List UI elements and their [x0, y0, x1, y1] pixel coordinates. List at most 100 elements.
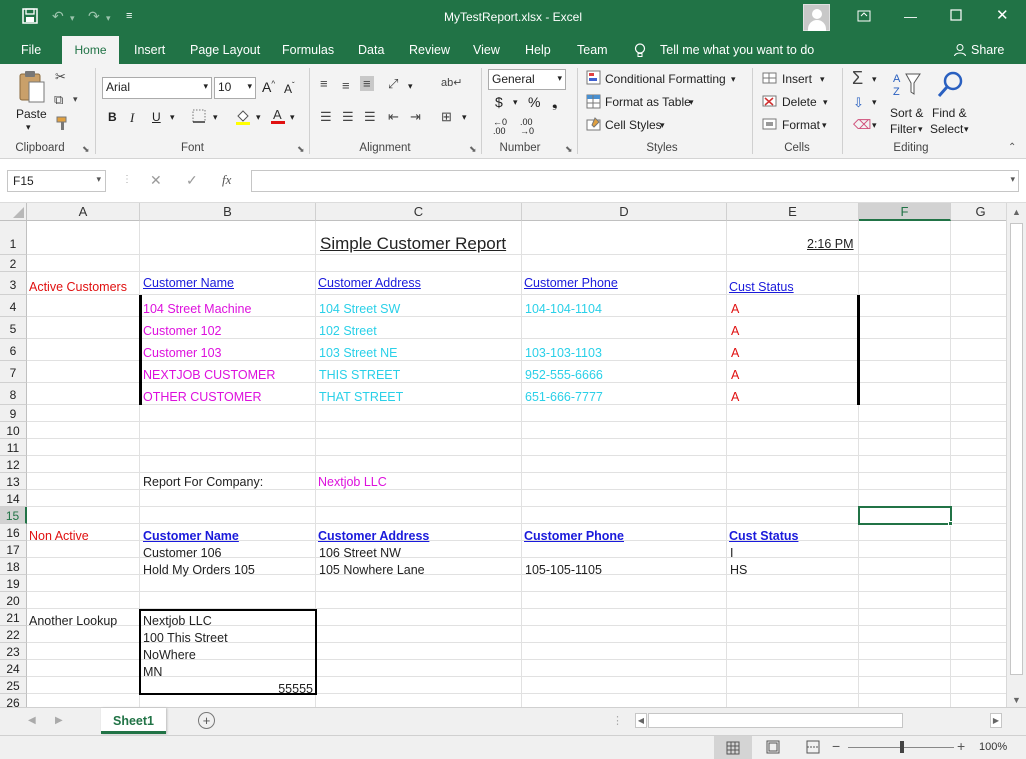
cell-c8[interactable]: THAT STREET	[319, 390, 403, 404]
font-size-select[interactable]: 10 ▾	[214, 77, 256, 99]
fill-color-dropdown-icon[interactable]: ▾	[256, 112, 261, 123]
cell-d18[interactable]: 105-105-1105	[525, 563, 602, 577]
delete-cells-dropdown-icon[interactable]: ▾	[823, 97, 828, 108]
zoom-level[interactable]: 100%	[979, 741, 1007, 753]
font-name-dropdown-icon[interactable]: ▾	[203, 81, 208, 92]
alignment-launcher-icon[interactable]: ⬊	[469, 144, 477, 155]
fill-color-icon[interactable]	[235, 108, 251, 128]
decrease-decimal-icon[interactable]: .00 →0	[520, 118, 534, 136]
scroll-down-icon[interactable]: ▼	[1012, 695, 1021, 705]
another-lookup-label[interactable]: Another Lookup	[29, 614, 117, 628]
sort-filter-dropdown-icon[interactable]: ▾	[918, 124, 923, 135]
find-select-label-1[interactable]: Find &	[932, 106, 967, 120]
report-company-label[interactable]: Report For Company:	[143, 475, 263, 489]
column-header-e[interactable]: E	[727, 203, 859, 221]
normal-view-button[interactable]	[714, 736, 752, 759]
column-header-c[interactable]: C	[316, 203, 522, 221]
currency-icon[interactable]: $	[495, 94, 503, 110]
underline-dropdown-icon[interactable]: ▾	[170, 112, 175, 123]
row-header-23[interactable]: 23	[0, 643, 27, 660]
add-sheet-icon[interactable]: +	[198, 712, 215, 729]
decrease-indent-icon[interactable]: ⇤	[388, 109, 399, 125]
row-header-21[interactable]: 21	[0, 609, 27, 626]
row-header-8[interactable]: 8	[0, 383, 27, 405]
font-color-dropdown-icon[interactable]: ▾	[290, 112, 295, 123]
report-title[interactable]: Simple Customer Report	[320, 234, 506, 254]
insert-function-icon[interactable]: fx	[222, 172, 231, 188]
zoom-slider-thumb[interactable]	[900, 741, 904, 753]
scroll-right-icon[interactable]: ▶	[990, 713, 1002, 728]
cell-c7[interactable]: THIS STREET	[319, 368, 400, 382]
cell-e17[interactable]: I	[730, 546, 733, 560]
wrap-text-icon[interactable]: ab↵	[441, 76, 462, 89]
cell-styles-icon[interactable]	[586, 117, 601, 135]
inactive-header-name[interactable]: Customer Name	[143, 529, 239, 543]
active-header-phone[interactable]: Customer Phone	[524, 276, 618, 290]
font-size-dropdown-icon[interactable]: ▾	[247, 81, 252, 92]
orientation-icon[interactable]: ⤢	[388, 76, 398, 92]
cell-d4[interactable]: 104-104-1104	[525, 302, 602, 316]
column-header-f[interactable]: F	[859, 203, 951, 221]
next-sheet-icon[interactable]: ▶	[55, 715, 63, 726]
account-avatar[interactable]	[803, 4, 830, 31]
increase-indent-icon[interactable]: ⇥	[410, 109, 421, 125]
row-header-1[interactable]: 1	[0, 221, 27, 255]
report-company-value[interactable]: Nextjob LLC	[318, 475, 387, 489]
conditional-formatting-dropdown-icon[interactable]: ▾	[731, 74, 736, 85]
page-layout-view-button[interactable]	[766, 740, 780, 757]
zoom-in-icon[interactable]: +	[957, 738, 965, 754]
cell-c6[interactable]: 103 Street NE	[319, 346, 398, 360]
align-left-icon[interactable]: ☰	[320, 109, 332, 125]
close-icon[interactable]: ✕	[996, 6, 1009, 24]
prev-sheet-icon[interactable]: ◀	[28, 715, 36, 726]
cell-b17[interactable]: Customer 106	[143, 546, 222, 560]
report-time[interactable]: 2:16 PM	[807, 237, 854, 251]
horizontal-scroll-thumb[interactable]	[648, 713, 903, 728]
active-header-status[interactable]: Cust Status	[729, 280, 794, 294]
italic-icon[interactable]: I	[130, 110, 134, 126]
copy-dropdown-icon[interactable]: ▾	[73, 94, 78, 105]
cell-c18[interactable]: 105 Nowhere Lane	[319, 563, 425, 577]
row-header-12[interactable]: 12	[0, 456, 27, 473]
cell-c17[interactable]: 106 Street NW	[319, 546, 401, 560]
row-header-22[interactable]: 22	[0, 626, 27, 643]
vertical-scroll-thumb[interactable]	[1010, 223, 1023, 675]
inactive-header-status[interactable]: Cust Status	[729, 529, 798, 543]
tab-split-handle-icon[interactable]: ⋮	[612, 714, 623, 727]
row-header-14[interactable]: 14	[0, 490, 27, 507]
inactive-header-phone[interactable]: Customer Phone	[524, 529, 624, 543]
vertical-scrollbar[interactable]: ▲ ▼	[1006, 203, 1026, 707]
cell-b5[interactable]: Customer 102	[143, 324, 222, 338]
row-header-15[interactable]: 15	[0, 507, 27, 524]
active-header-address[interactable]: Customer Address	[318, 276, 421, 290]
format-cells-icon[interactable]	[762, 117, 777, 134]
row-header-20[interactable]: 20	[0, 592, 27, 609]
zoom-out-icon[interactable]: −	[832, 738, 840, 754]
row-header-18[interactable]: 18	[0, 558, 27, 575]
column-header-b[interactable]: B	[140, 203, 316, 221]
sort-filter-button[interactable]: Filter	[890, 122, 917, 136]
conditional-formatting-icon[interactable]	[586, 70, 601, 88]
row-header-19[interactable]: 19	[0, 575, 27, 592]
row-header-10[interactable]: 10	[0, 422, 27, 439]
scroll-up-icon[interactable]: ▲	[1012, 207, 1021, 217]
sheet-tab-sheet1[interactable]: Sheet1	[101, 708, 166, 734]
decrease-font-icon[interactable]: Aˇ	[284, 81, 295, 96]
tab-help[interactable]: Help	[525, 43, 551, 57]
cell-b7[interactable]: NEXTJOB CUSTOMER	[143, 368, 275, 382]
name-box[interactable]: F15 ▾	[7, 170, 106, 192]
non-active-label[interactable]: Non Active	[29, 529, 89, 543]
format-painter-icon[interactable]	[55, 115, 71, 134]
align-center-icon[interactable]: ☰	[342, 109, 354, 125]
cell-b4[interactable]: 104 Street Machine	[143, 302, 251, 316]
row-header-16[interactable]: 16	[0, 524, 27, 541]
cell-e5[interactable]: A	[731, 324, 739, 338]
borders-dropdown-icon[interactable]: ▾	[213, 112, 218, 123]
delete-cells-button[interactable]: Delete	[782, 95, 817, 109]
cell-e6[interactable]: A	[731, 346, 739, 360]
number-launcher-icon[interactable]: ⬊	[565, 144, 573, 155]
autosum-dropdown-icon[interactable]: ▾	[872, 74, 877, 85]
formula-input[interactable]: ▾	[251, 170, 1019, 192]
maximize-icon[interactable]	[950, 9, 962, 24]
column-header-g[interactable]: G	[951, 203, 1006, 221]
